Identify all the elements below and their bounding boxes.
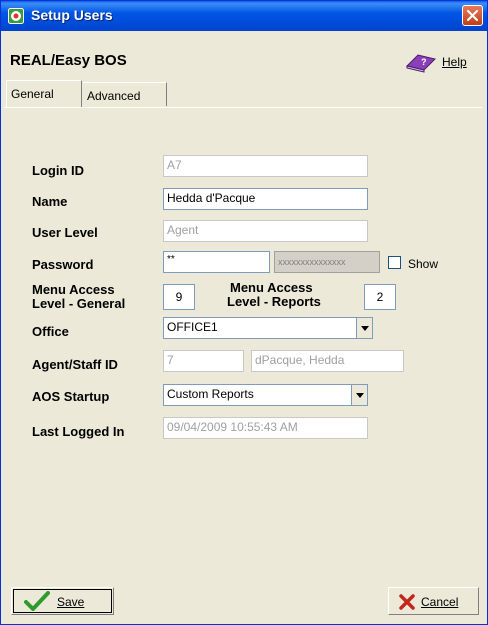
login-id-label: Login ID <box>32 163 84 178</box>
user-level-field[interactable]: Agent <box>163 220 368 242</box>
password-field[interactable]: ** <box>163 251 270 273</box>
login-id-field[interactable]: A7 <box>163 155 368 177</box>
save-label: Save <box>57 595 85 609</box>
svg-text:?: ? <box>421 57 427 67</box>
help-button[interactable]: ? Help <box>402 50 482 74</box>
name-field[interactable]: Hedda d'Pacque <box>163 188 368 210</box>
tab-advanced[interactable]: Advanced <box>83 82 167 106</box>
chevron-down-icon <box>356 393 364 398</box>
aos-startup-dropdown-button[interactable] <box>351 385 367 405</box>
help-book-icon: ? <box>406 54 436 73</box>
menu-access-reports-label-1: Menu Access <box>230 280 313 295</box>
last-logged-in-field: 09/04/2009 10:55:43 AM <box>163 417 368 439</box>
user-level-label: User Level <box>32 225 98 240</box>
footer: Save Cancel <box>1 579 487 625</box>
tab-general[interactable]: General <box>6 80 82 108</box>
menu-access-reports-label-2: Level - Reports <box>227 294 321 309</box>
cancel-label: Cancel <box>421 595 459 609</box>
close-button[interactable] <box>462 5 483 26</box>
bos-app-icon <box>8 8 24 24</box>
aos-startup-value: Custom Reports <box>167 387 254 401</box>
window-title: Setup Users <box>31 7 113 23</box>
menu-access-general-label-1: Menu Access <box>32 282 115 297</box>
title-bar[interactable]: Setup Users <box>1 1 487 31</box>
show-password-label[interactable]: Show <box>408 257 438 271</box>
tab-strip: General Advanced <box>4 80 487 108</box>
agent-staff-name-field[interactable]: dPacque, Hedda <box>251 350 404 372</box>
app-title: REAL/Easy BOS <box>10 52 127 69</box>
office-dropdown-button[interactable] <box>356 318 372 338</box>
menu-access-general-label-2: Level - General <box>32 296 126 311</box>
agent-staff-id-label: Agent/Staff ID <box>32 357 118 372</box>
name-label: Name <box>32 194 68 209</box>
aos-startup-select[interactable]: Custom Reports <box>163 384 368 406</box>
help-label: Help <box>442 55 467 69</box>
save-button[interactable]: Save <box>11 587 114 615</box>
office-value: OFFICE1 <box>167 320 218 334</box>
tab-divider <box>4 107 482 108</box>
cancel-x-icon <box>399 594 415 610</box>
setup-users-window: Setup Users REAL/Easy BOS ? Help General… <box>0 0 488 625</box>
agent-staff-id-field[interactable]: 7 <box>163 350 244 372</box>
cancel-button[interactable]: Cancel <box>388 587 479 615</box>
aos-startup-label: AOS Startup <box>32 389 110 404</box>
last-logged-in-label: Last Logged In <box>32 424 125 439</box>
checkmark-icon <box>24 591 50 611</box>
header: REAL/Easy BOS ? Help <box>1 31 487 81</box>
menu-access-reports-field[interactable]: 2 <box>364 284 396 310</box>
menu-access-general-field[interactable]: 9 <box>163 284 195 310</box>
office-label: Office <box>32 324 69 339</box>
password-masked-field: xxxxxxxxxxxxxxx <box>274 251 380 273</box>
close-icon <box>466 9 479 22</box>
password-label: Password <box>32 257 94 272</box>
chevron-down-icon <box>361 326 369 331</box>
show-password-checkbox[interactable] <box>388 256 401 269</box>
office-select[interactable]: OFFICE1 <box>163 317 373 339</box>
